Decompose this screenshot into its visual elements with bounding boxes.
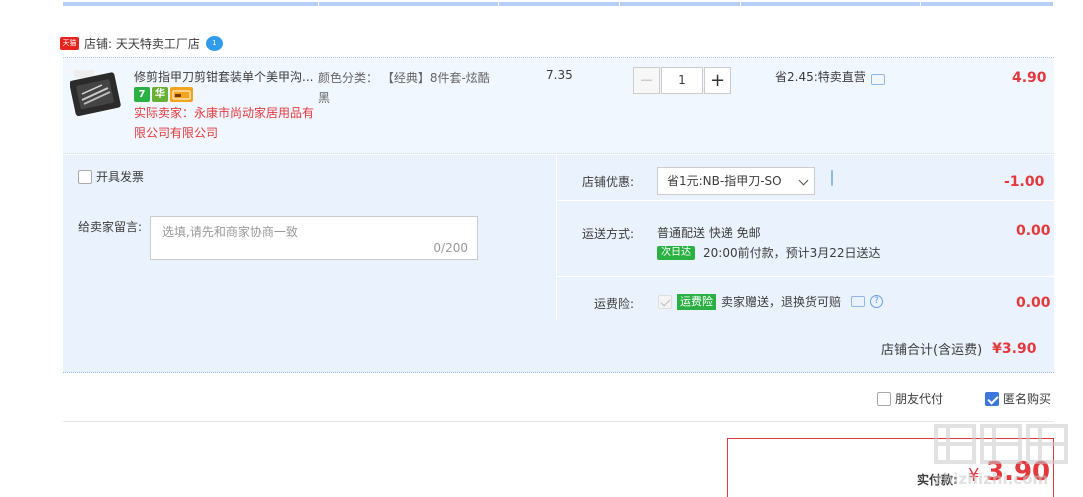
quantity-minus-button[interactable]: − <box>633 67 660 94</box>
promotion-text: 省2.45:特卖直营 <box>775 70 866 84</box>
memo-textarea[interactable]: 选填,请先和商家协商一致 0/200 <box>150 216 478 260</box>
topbar-gap <box>740 2 741 6</box>
insurance-text: 卖家赠送，退换货可赔 <box>721 295 842 309</box>
anonymous-checkbox[interactable] <box>985 391 999 406</box>
coupon-amount: -1.00 <box>1004 174 1045 190</box>
help-icon[interactable]: ? <box>870 295 884 308</box>
shipping-eta: 次日达 20:00前付款，预计3月22日送达 <box>657 244 881 261</box>
shipping-eta-text: 20:00前付款，预计3月22日送达 <box>703 246 881 260</box>
column-divider <box>556 155 557 321</box>
shipping-amount: 0.00 <box>1016 223 1051 239</box>
memo-placeholder: 选填,请先和商家协商一致 <box>162 225 298 239</box>
insurance-checkbox <box>658 294 672 309</box>
unit-price: 7.35 <box>546 68 573 82</box>
product-title-link[interactable]: 修剪指甲刀剪钳套装单个美甲沟... <box>134 68 314 85</box>
coupon-label: 店铺优惠: <box>582 175 635 189</box>
anonymous-option[interactable]: 匿名购买 <box>985 390 1051 407</box>
sku-label: 颜色分类： <box>318 71 379 85</box>
invoice-label: 开具发票 <box>96 170 145 184</box>
friend-pay-checkbox[interactable] <box>877 391 891 406</box>
actual-seller-text: 实际卖家：永康市尚动家居用品有限公司有限公司 <box>134 106 315 140</box>
coupon-selected-value: 省1元:NB-指甲刀-SO <box>667 174 782 188</box>
memo-label: 给卖家留言: <box>78 220 143 234</box>
sku-info: 颜色分类： 【经典】8件套-炫酷黑 <box>318 68 498 108</box>
shop-total: 店铺合计(含运费) ¥3.90 <box>881 339 1037 359</box>
credit-card-icon[interactable] <box>170 87 193 102</box>
shipping-method: 普通配送 快递 免邮 <box>657 226 761 240</box>
insurance-option: 运费险 卖家赠送，退换货可赔 ? <box>658 293 884 310</box>
product-thumbnail[interactable] <box>69 66 122 117</box>
shop-header: 天猫 店铺: 天天特卖工厂店 1 <box>60 33 223 53</box>
invoice-checkbox[interactable] <box>78 169 92 184</box>
item-promotion: 省2.45:特卖直营 <box>775 68 885 85</box>
topbar-gap <box>619 2 620 6</box>
row-divider <box>557 276 1054 277</box>
guarantee-icon[interactable]: 华 <box>152 87 168 102</box>
shop-name-link[interactable]: 店铺: 天天特卖工厂店 <box>84 35 200 52</box>
chevron-down-icon <box>798 175 809 186</box>
topbar-gap <box>920 2 921 6</box>
invoice-option[interactable]: 开具发票 <box>78 168 144 185</box>
quantity-input[interactable]: 1 <box>661 67 703 94</box>
quantity-stepper: − 1 + <box>633 67 731 94</box>
next-day-badge: 次日达 <box>657 245 695 260</box>
topbar-gap <box>498 2 499 6</box>
watermark-logo: zhizhizhi.com <box>930 418 1075 493</box>
top-divider-bar <box>63 2 1053 6</box>
item-subtotal: 4.90 <box>1012 70 1047 86</box>
tmall-icon: 天猫 <box>60 36 79 50</box>
shop-total-value: ¥3.90 <box>992 340 1037 357</box>
chat-wangwang-icon[interactable]: 1 <box>205 35 223 51</box>
friend-pay-label: 朋友代付 <box>895 392 944 406</box>
product-tags: 7 华 <box>134 87 193 102</box>
shipping-label: 运送方式: <box>582 227 635 241</box>
quantity-plus-button[interactable]: + <box>704 67 731 94</box>
comment-icon[interactable] <box>851 296 866 307</box>
divider <box>63 421 1054 422</box>
shop-total-label: 店铺合计(含运费) <box>881 343 983 358</box>
coupon-select[interactable]: 省1元:NB-指甲刀-SO <box>657 167 815 195</box>
comment-icon[interactable] <box>831 170 833 186</box>
row-divider <box>557 200 1054 201</box>
seven-day-return-icon[interactable]: 7 <box>134 87 150 102</box>
insurance-tag: 运费险 <box>677 293 716 310</box>
insurance-amount: 0.00 <box>1016 295 1051 311</box>
friend-pay-option[interactable]: 朋友代付 <box>877 390 943 407</box>
comment-icon[interactable] <box>870 74 885 85</box>
topbar-gap <box>318 2 319 6</box>
anonymous-label: 匿名购买 <box>1003 392 1052 406</box>
insurance-label: 运费险: <box>594 297 635 311</box>
watermark-text: zhizhizhi.com <box>934 470 1049 488</box>
memo-char-count: 0/200 <box>433 241 468 255</box>
